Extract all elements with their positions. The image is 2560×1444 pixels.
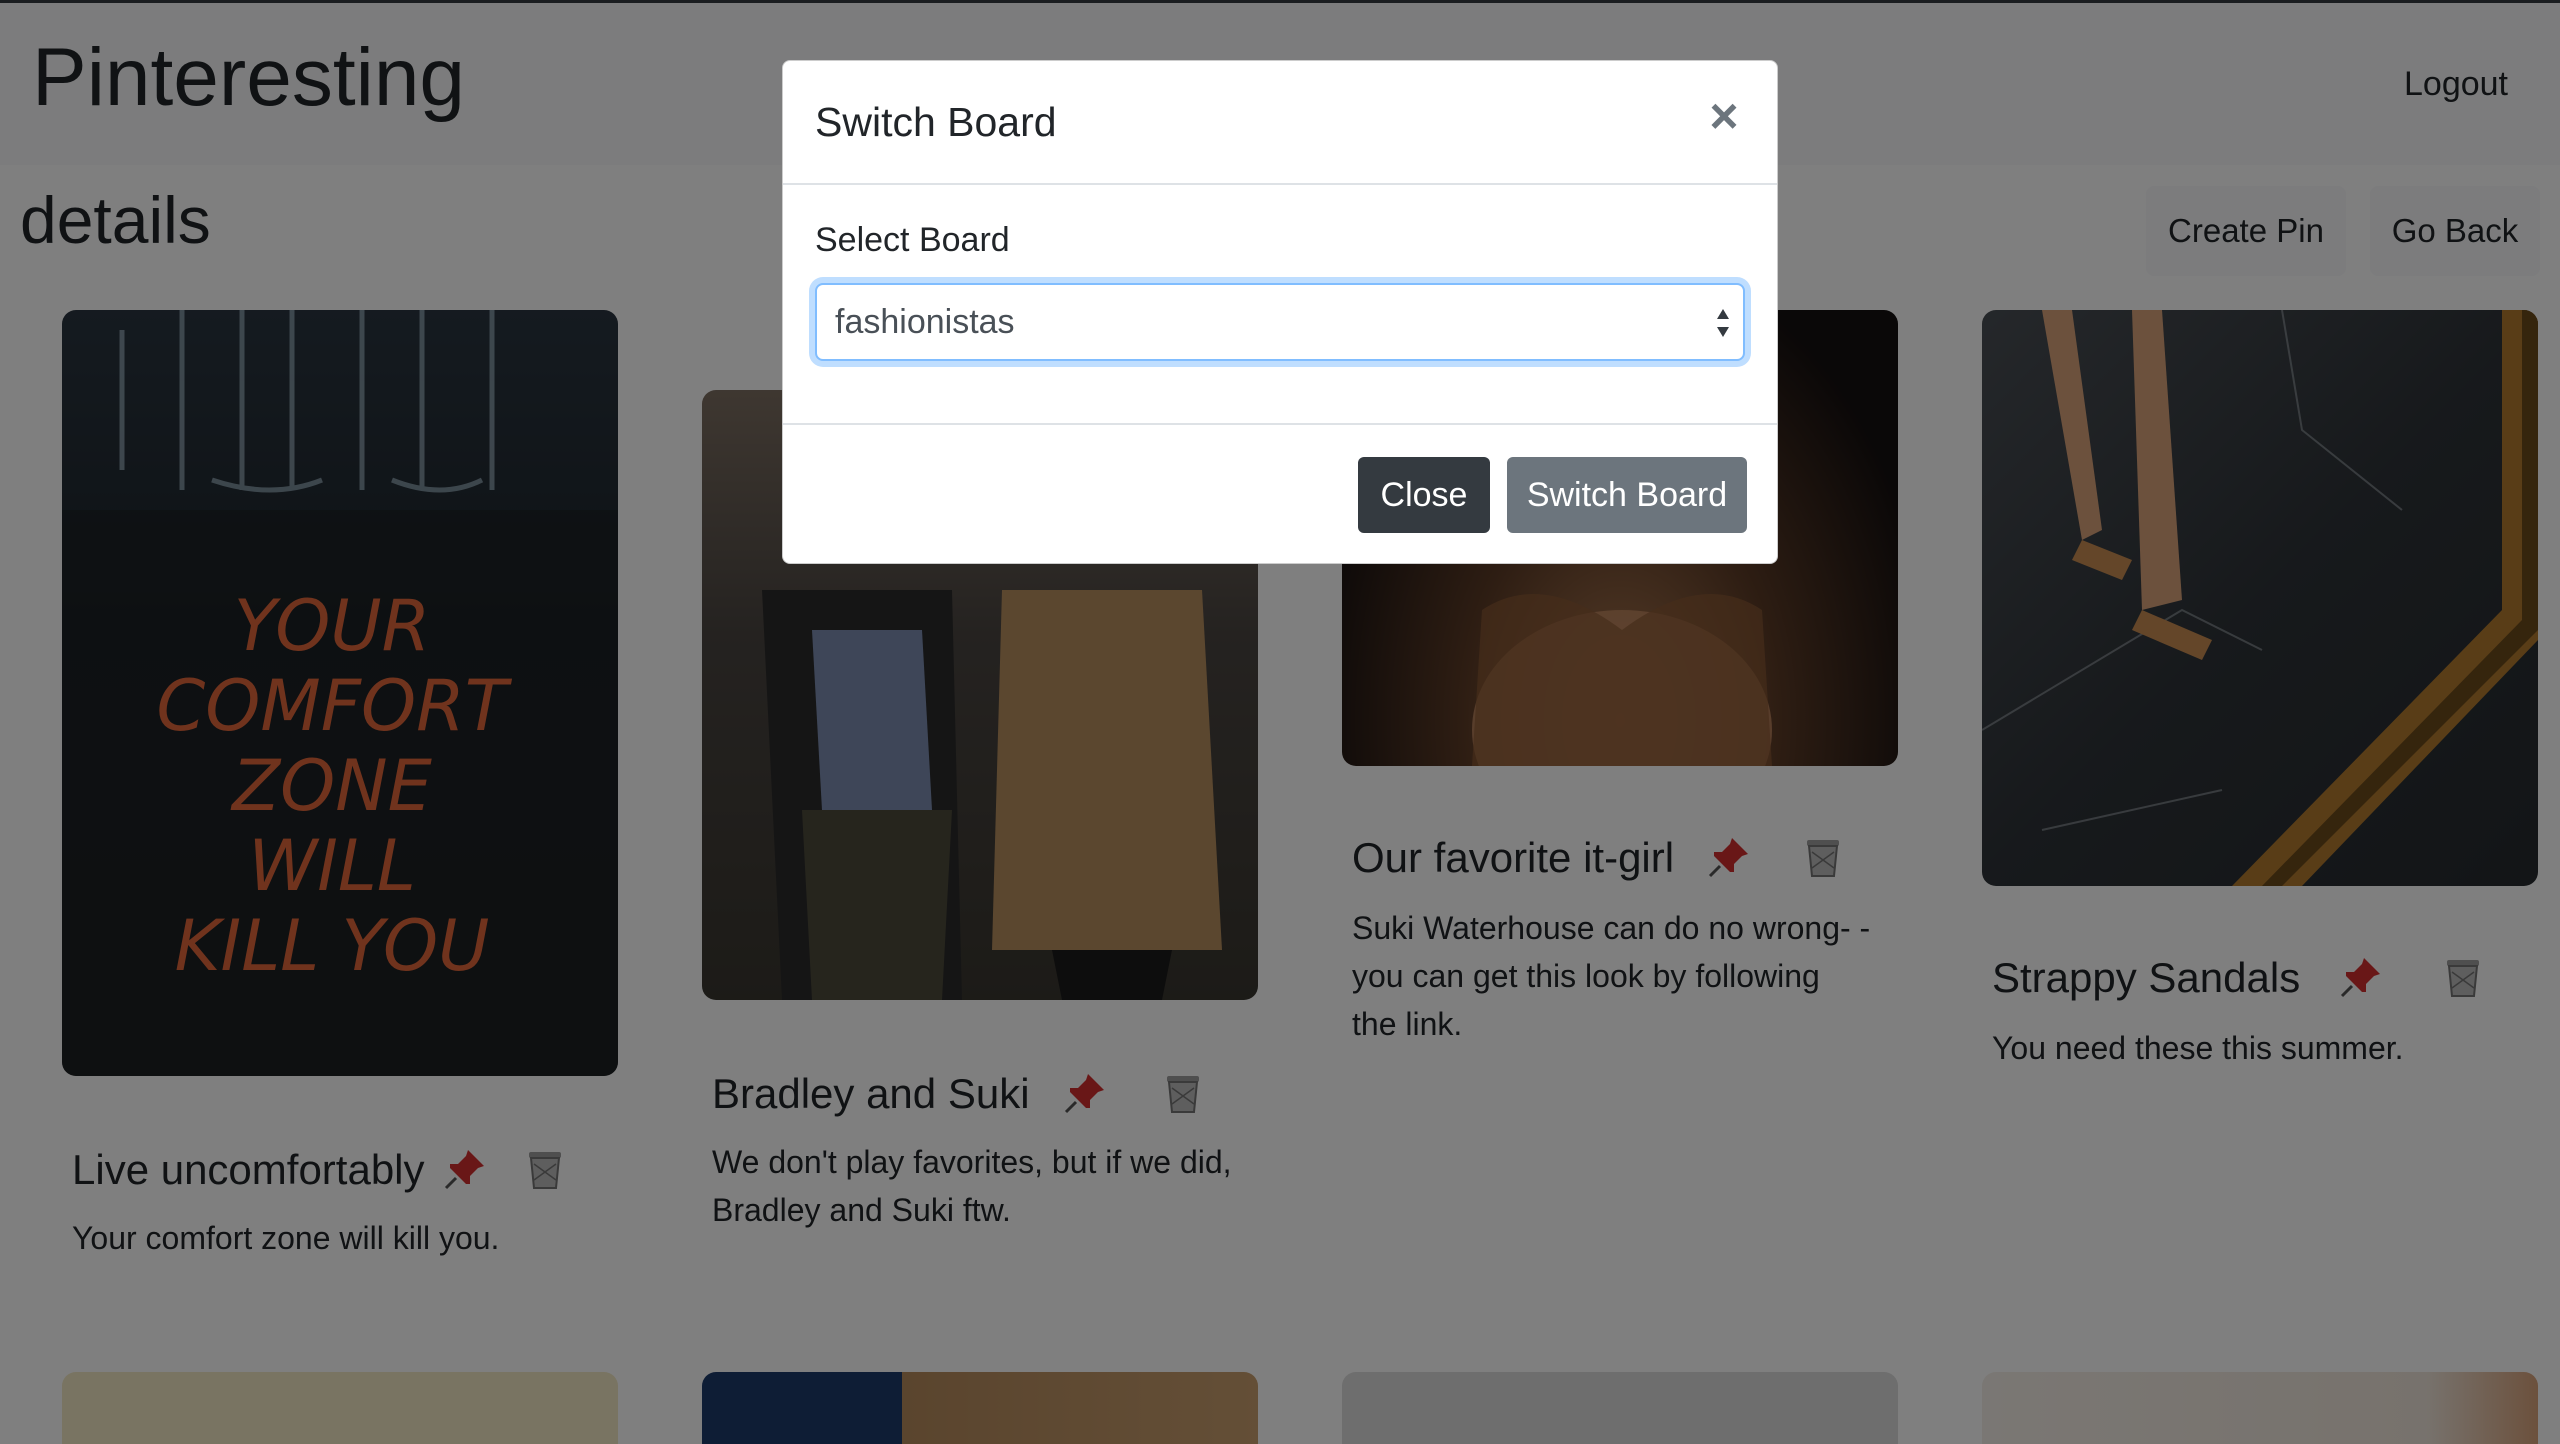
modal-header: Switch Board × <box>783 61 1777 185</box>
close-icon[interactable]: × <box>1697 89 1751 143</box>
switch-board-modal: Switch Board × Select Board fashionistas… <box>782 60 1778 564</box>
select-board-label: Select Board <box>815 221 1010 259</box>
switch-board-button[interactable]: Switch Board <box>1507 457 1747 533</box>
select-arrows-icon <box>1713 303 1733 343</box>
modal-title: Switch Board <box>815 99 1057 145</box>
modal-footer: Close Switch Board <box>783 423 1777 565</box>
selected-board: fashionistas <box>835 303 1015 341</box>
close-button[interactable]: Close <box>1358 457 1490 533</box>
board-select[interactable]: fashionistas <box>815 283 1745 361</box>
